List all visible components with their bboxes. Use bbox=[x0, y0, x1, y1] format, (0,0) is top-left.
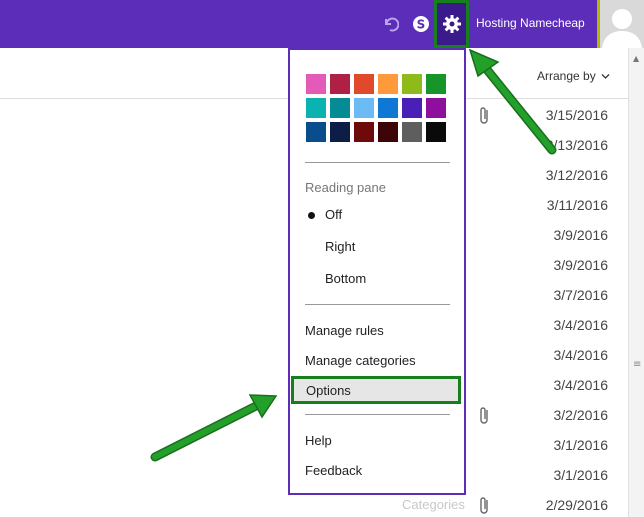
theme-swatch[interactable] bbox=[426, 122, 446, 142]
menu-divider bbox=[305, 414, 450, 415]
svg-text:S: S bbox=[417, 18, 426, 32]
message-date: 3/11/2016 bbox=[546, 197, 608, 213]
selected-bullet-icon bbox=[308, 212, 315, 219]
skype-button[interactable]: S bbox=[409, 12, 433, 36]
message-date: 3/4/2016 bbox=[553, 317, 609, 333]
gear-icon bbox=[443, 15, 461, 33]
settings-button[interactable] bbox=[436, 2, 468, 46]
theme-swatch[interactable] bbox=[426, 98, 446, 118]
theme-swatch[interactable] bbox=[354, 122, 374, 142]
message-date: 3/1/2016 bbox=[553, 467, 609, 483]
theme-swatch[interactable] bbox=[354, 74, 374, 94]
scrollbar[interactable]: ▲ ≡ bbox=[628, 48, 644, 517]
options-item[interactable]: Options bbox=[291, 376, 461, 404]
message-date: 3/15/2016 bbox=[545, 107, 608, 123]
categories-label: Categories bbox=[402, 497, 465, 512]
message-date: 3/1/2016 bbox=[553, 437, 609, 453]
theme-swatch[interactable] bbox=[330, 122, 350, 142]
message-date: 2/29/2016 bbox=[545, 497, 608, 513]
paperclip-icon bbox=[480, 497, 488, 514]
theme-swatch[interactable] bbox=[378, 98, 398, 118]
theme-swatch[interactable] bbox=[330, 98, 350, 118]
message-date: 3/4/2016 bbox=[553, 347, 609, 363]
arrow-to-gear bbox=[468, 48, 557, 155]
undo-button[interactable] bbox=[378, 12, 402, 36]
manage-categories-item[interactable]: Manage categories bbox=[305, 353, 416, 368]
help-item[interactable]: Help bbox=[305, 433, 332, 448]
menu-divider bbox=[305, 162, 450, 163]
theme-swatch[interactable] bbox=[330, 74, 350, 94]
settings-menu: Reading pane Off Right Bottom Manage rul… bbox=[288, 48, 466, 495]
paperclip-icon bbox=[480, 107, 488, 124]
undo-icon bbox=[385, 17, 399, 32]
theme-swatch[interactable] bbox=[378, 74, 398, 94]
theme-swatch[interactable] bbox=[426, 74, 446, 94]
theme-swatch[interactable] bbox=[402, 98, 422, 118]
avatar-icon bbox=[602, 9, 642, 48]
skype-icon: S bbox=[413, 16, 429, 32]
message-date: 3/9/2016 bbox=[553, 257, 609, 273]
theme-swatch[interactable] bbox=[306, 98, 326, 118]
reading-pane-bottom-option[interactable]: Bottom bbox=[325, 271, 366, 286]
message-date: 3/2/2016 bbox=[553, 407, 609, 423]
arrange-by-dropdown[interactable]: Arrange by bbox=[537, 69, 610, 83]
menu-divider bbox=[305, 304, 450, 305]
feedback-item[interactable]: Feedback bbox=[305, 463, 362, 478]
theme-swatch[interactable] bbox=[306, 74, 326, 94]
theme-swatch[interactable] bbox=[402, 74, 422, 94]
scroll-thumb-grip-icon[interactable]: ≡ bbox=[633, 360, 641, 370]
theme-swatches bbox=[306, 74, 450, 142]
message-date: 3/4/2016 bbox=[553, 377, 609, 393]
reading-pane-label: Reading pane bbox=[305, 180, 386, 195]
options-label: Options bbox=[306, 383, 351, 398]
avatar[interactable] bbox=[597, 0, 644, 48]
message-date: 3/12/2016 bbox=[545, 167, 608, 183]
paperclip-icon bbox=[480, 407, 488, 424]
reading-pane-off-option[interactable]: Off bbox=[325, 207, 342, 222]
account-name[interactable]: Hosting Namecheap bbox=[476, 16, 585, 30]
chevron-down-icon bbox=[601, 74, 610, 79]
theme-swatch[interactable] bbox=[378, 122, 398, 142]
message-date: 3/7/2016 bbox=[553, 287, 609, 303]
arrange-by-label: Arrange by bbox=[537, 69, 596, 83]
manage-rules-item[interactable]: Manage rules bbox=[305, 323, 384, 338]
theme-swatch[interactable] bbox=[354, 98, 374, 118]
scroll-up-arrow-icon[interactable]: ▲ bbox=[633, 54, 639, 63]
reading-pane-right-option[interactable]: Right bbox=[325, 239, 355, 254]
top-bar: S Hosting Namecheap bbox=[0, 0, 644, 48]
message-date: 3/13/2016 bbox=[545, 137, 608, 153]
arrow-to-options bbox=[150, 394, 278, 462]
message-date: 3/9/2016 bbox=[553, 227, 609, 243]
theme-swatch[interactable] bbox=[306, 122, 326, 142]
theme-swatch[interactable] bbox=[402, 122, 422, 142]
